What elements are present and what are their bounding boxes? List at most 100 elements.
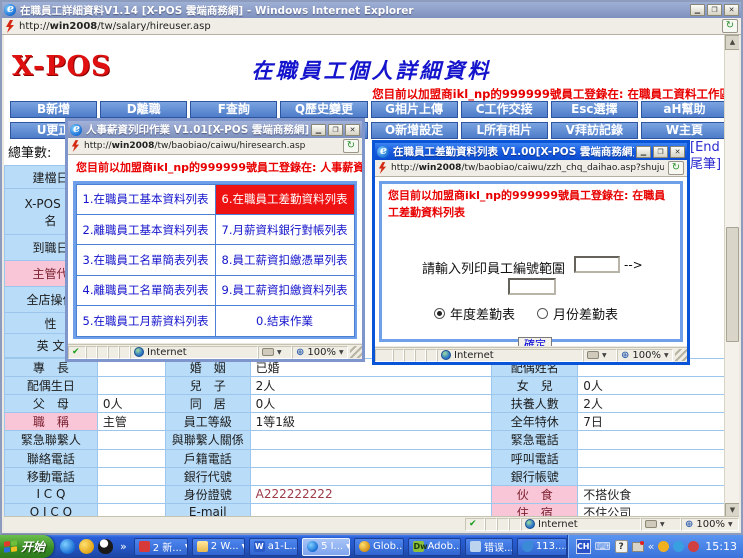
tray-icon-2[interactable] [673, 541, 684, 552]
tray-icon-3[interactable] [688, 541, 699, 552]
menu-btn-history[interactable]: Q歷史變更 [280, 101, 367, 118]
value-mobile-phone [98, 468, 166, 486]
collapse-tray-icon[interactable]: « [648, 541, 655, 552]
dialog2-address-bar: http://win2008/tw/baobiao/caiwu/zzh_chq_… [375, 160, 687, 177]
url-scheme: http:// [391, 163, 419, 173]
dreamweaver-icon: Dw [413, 541, 424, 552]
menu-row-1: B新增 D離職 F查詢 Q歷史變更 G相片上傳 C工作交接 Esc選擇 aH幫助 [10, 101, 728, 118]
zone-cell: Internet [437, 349, 583, 362]
menu-btn-add[interactable]: B新增 [10, 101, 97, 118]
keyboard-icon[interactable]: ⌨ [595, 541, 611, 552]
menu-btn-query[interactable]: F查詢 [190, 101, 277, 118]
label-cohabitants: 同 居 [166, 395, 251, 413]
menu-item-6-selected[interactable]: 6.在職員工差勤資料列表 [215, 184, 355, 215]
minimize-button[interactable]: ▁ [690, 4, 705, 16]
menu-btn-photo-upload[interactable]: G相片上傳 [371, 101, 458, 118]
print-menu-right-column: 6.在職員工差勤資料列表 7.月薪資料銀行對帳列表 8.員工薪資扣繳憑單列表 9… [215, 184, 354, 336]
menu-item-0-exit[interactable]: 0.結束作業 [215, 305, 355, 336]
task-113[interactable]: 113.... [517, 538, 567, 556]
confirm-button[interactable]: 確定 [518, 337, 552, 346]
resize-grip[interactable] [675, 349, 687, 361]
dropdown-icon: ▼ [346, 543, 350, 550]
employee-id-to-input[interactable] [508, 278, 556, 295]
task-error-window[interactable]: 错误... [465, 538, 513, 556]
task-dreamweaver[interactable]: DwAdob... [408, 538, 461, 556]
employee-id-from-input[interactable] [574, 256, 620, 273]
quicklaunch-ie-icon[interactable] [60, 539, 75, 554]
refresh-go-icon[interactable]: ↻ [722, 19, 738, 33]
dialog2-url-field[interactable]: http://win2008/tw/baobiao/caiwu/zzh_chq_… [391, 163, 664, 173]
script-check-cell: ✔ [68, 346, 86, 359]
maximize-button[interactable]: ❐ [707, 4, 722, 16]
quicklaunch-overflow-icon[interactable]: » [120, 540, 127, 553]
menu-btn-visit-record[interactable]: V拜訪記錄 [551, 122, 638, 139]
menu-item-8[interactable]: 8.員工薪資扣繳憑單列表 [215, 244, 355, 275]
close-button[interactable]: ✕ [724, 4, 739, 16]
main-vertical-scrollbar[interactable]: ▲ ▼ [724, 35, 739, 518]
device-tray-icon[interactable] [632, 542, 644, 552]
label-spouse-birthday: 配偶生日 [5, 377, 98, 395]
resize-grip[interactable] [350, 346, 362, 358]
menu-btn-handover[interactable]: C工作交接 [461, 101, 548, 118]
zoom-cell[interactable]: ⊕100%▼ [617, 349, 673, 362]
menu-item-9[interactable]: 9.員工薪資扣繳資料列表 [215, 275, 355, 306]
task-group-new[interactable]: 2 新...▼ [134, 538, 188, 556]
protected-mode-cell[interactable]: ▼ [583, 349, 617, 362]
menu-item-5[interactable]: 5.在職員工月薪資料列表 [76, 305, 216, 336]
dialog1-url-field[interactable]: http://win2008/tw/baobiao/caiwu/hiresear… [84, 141, 339, 151]
quicklaunch-qq-icon[interactable] [98, 539, 113, 554]
tray-icon-1[interactable] [658, 541, 669, 552]
scroll-thumb[interactable] [726, 227, 739, 342]
maximize-button[interactable]: ❐ [653, 146, 668, 158]
refresh-go-icon[interactable]: ↻ [668, 161, 684, 175]
task-global[interactable]: Glob... [354, 538, 404, 556]
help-icon[interactable]: ? [615, 540, 628, 553]
menu-item-1[interactable]: 1.在職員工基本資料列表 [76, 184, 216, 215]
task-word-doc[interactable]: Wa1-L... [249, 538, 298, 556]
scroll-up-icon[interactable]: ▲ [725, 35, 739, 50]
zoom-cell[interactable]: ⊕100%▼ [681, 518, 739, 531]
ie-icon [4, 4, 16, 16]
lock-icon [262, 348, 274, 356]
radio-annual-label: 年度差勤表 [450, 304, 515, 323]
menu-btn-all-photos[interactable]: L所有相片 [461, 122, 548, 139]
maximize-button[interactable]: ❐ [328, 124, 343, 136]
main-url-field[interactable]: http://win2008/tw/salary/hireuser.asp [19, 21, 718, 32]
task-label: 113.... [536, 541, 567, 552]
protected-mode-cell[interactable]: ▼ [258, 346, 292, 359]
menu-btn-resign[interactable]: D離職 [100, 101, 187, 118]
menu-item-7[interactable]: 7.月薪資料銀行對帳列表 [215, 214, 355, 245]
task-label: Adob... [427, 541, 461, 552]
end-last-record-label[interactable]: [End尾筆] [690, 139, 721, 173]
dropdown-icon: ▼ [664, 352, 669, 359]
zoom-lens-icon: ⊕ [685, 519, 693, 530]
quicklaunch-messenger-icon[interactable] [79, 539, 94, 554]
table-row: 職 稱 主管 員工等級 1等1級 全年特休 7日 [5, 413, 730, 431]
minimize-button[interactable]: ▁ [311, 124, 326, 136]
menu-btn-new-setting[interactable]: O新增設定 [371, 122, 458, 139]
radio-annual-attendance[interactable]: 年度差勤表 [434, 304, 515, 323]
ie-icon [307, 541, 318, 552]
close-button[interactable]: ✕ [670, 146, 685, 158]
task-group-ie-active[interactable]: 5 I...▼ [302, 538, 350, 556]
menu-btn-home[interactable]: W主頁 [641, 122, 728, 139]
close-button[interactable]: ✕ [345, 124, 360, 136]
refresh-go-icon[interactable]: ↻ [343, 139, 359, 153]
total-count-label: 總筆數: [8, 142, 51, 161]
menu-item-4[interactable]: 4.離職員工名單簡表列表 [76, 275, 216, 306]
radio-monthly-attendance[interactable]: 月份差勤表 [537, 304, 618, 323]
start-button[interactable]: 开始 [0, 535, 54, 558]
login-notice: 您目前以加盟商ikl_np的999999號員工登錄在: 在職員工資料工作區 [372, 86, 731, 102]
menu-btn-help[interactable]: aH幫助 [641, 101, 728, 118]
menu-item-2[interactable]: 2.離職員工基本資料列表 [76, 214, 216, 245]
protected-mode-cell[interactable]: ▼ [641, 518, 681, 531]
value-contact-phone [98, 450, 166, 468]
task-group-explorer[interactable]: 2 W...▼ [192, 538, 245, 556]
label-job-title: 職 稱 [5, 413, 98, 431]
label-bank-code: 銀行代號 [166, 468, 251, 486]
menu-btn-esc-select[interactable]: Esc選擇 [551, 101, 638, 118]
minimize-button[interactable]: ▁ [636, 146, 651, 158]
zoom-cell[interactable]: ⊕100%▼ [292, 346, 348, 359]
menu-item-3[interactable]: 3.在職員工名單簡表列表 [76, 244, 216, 275]
language-indicator[interactable]: CH [576, 539, 591, 554]
